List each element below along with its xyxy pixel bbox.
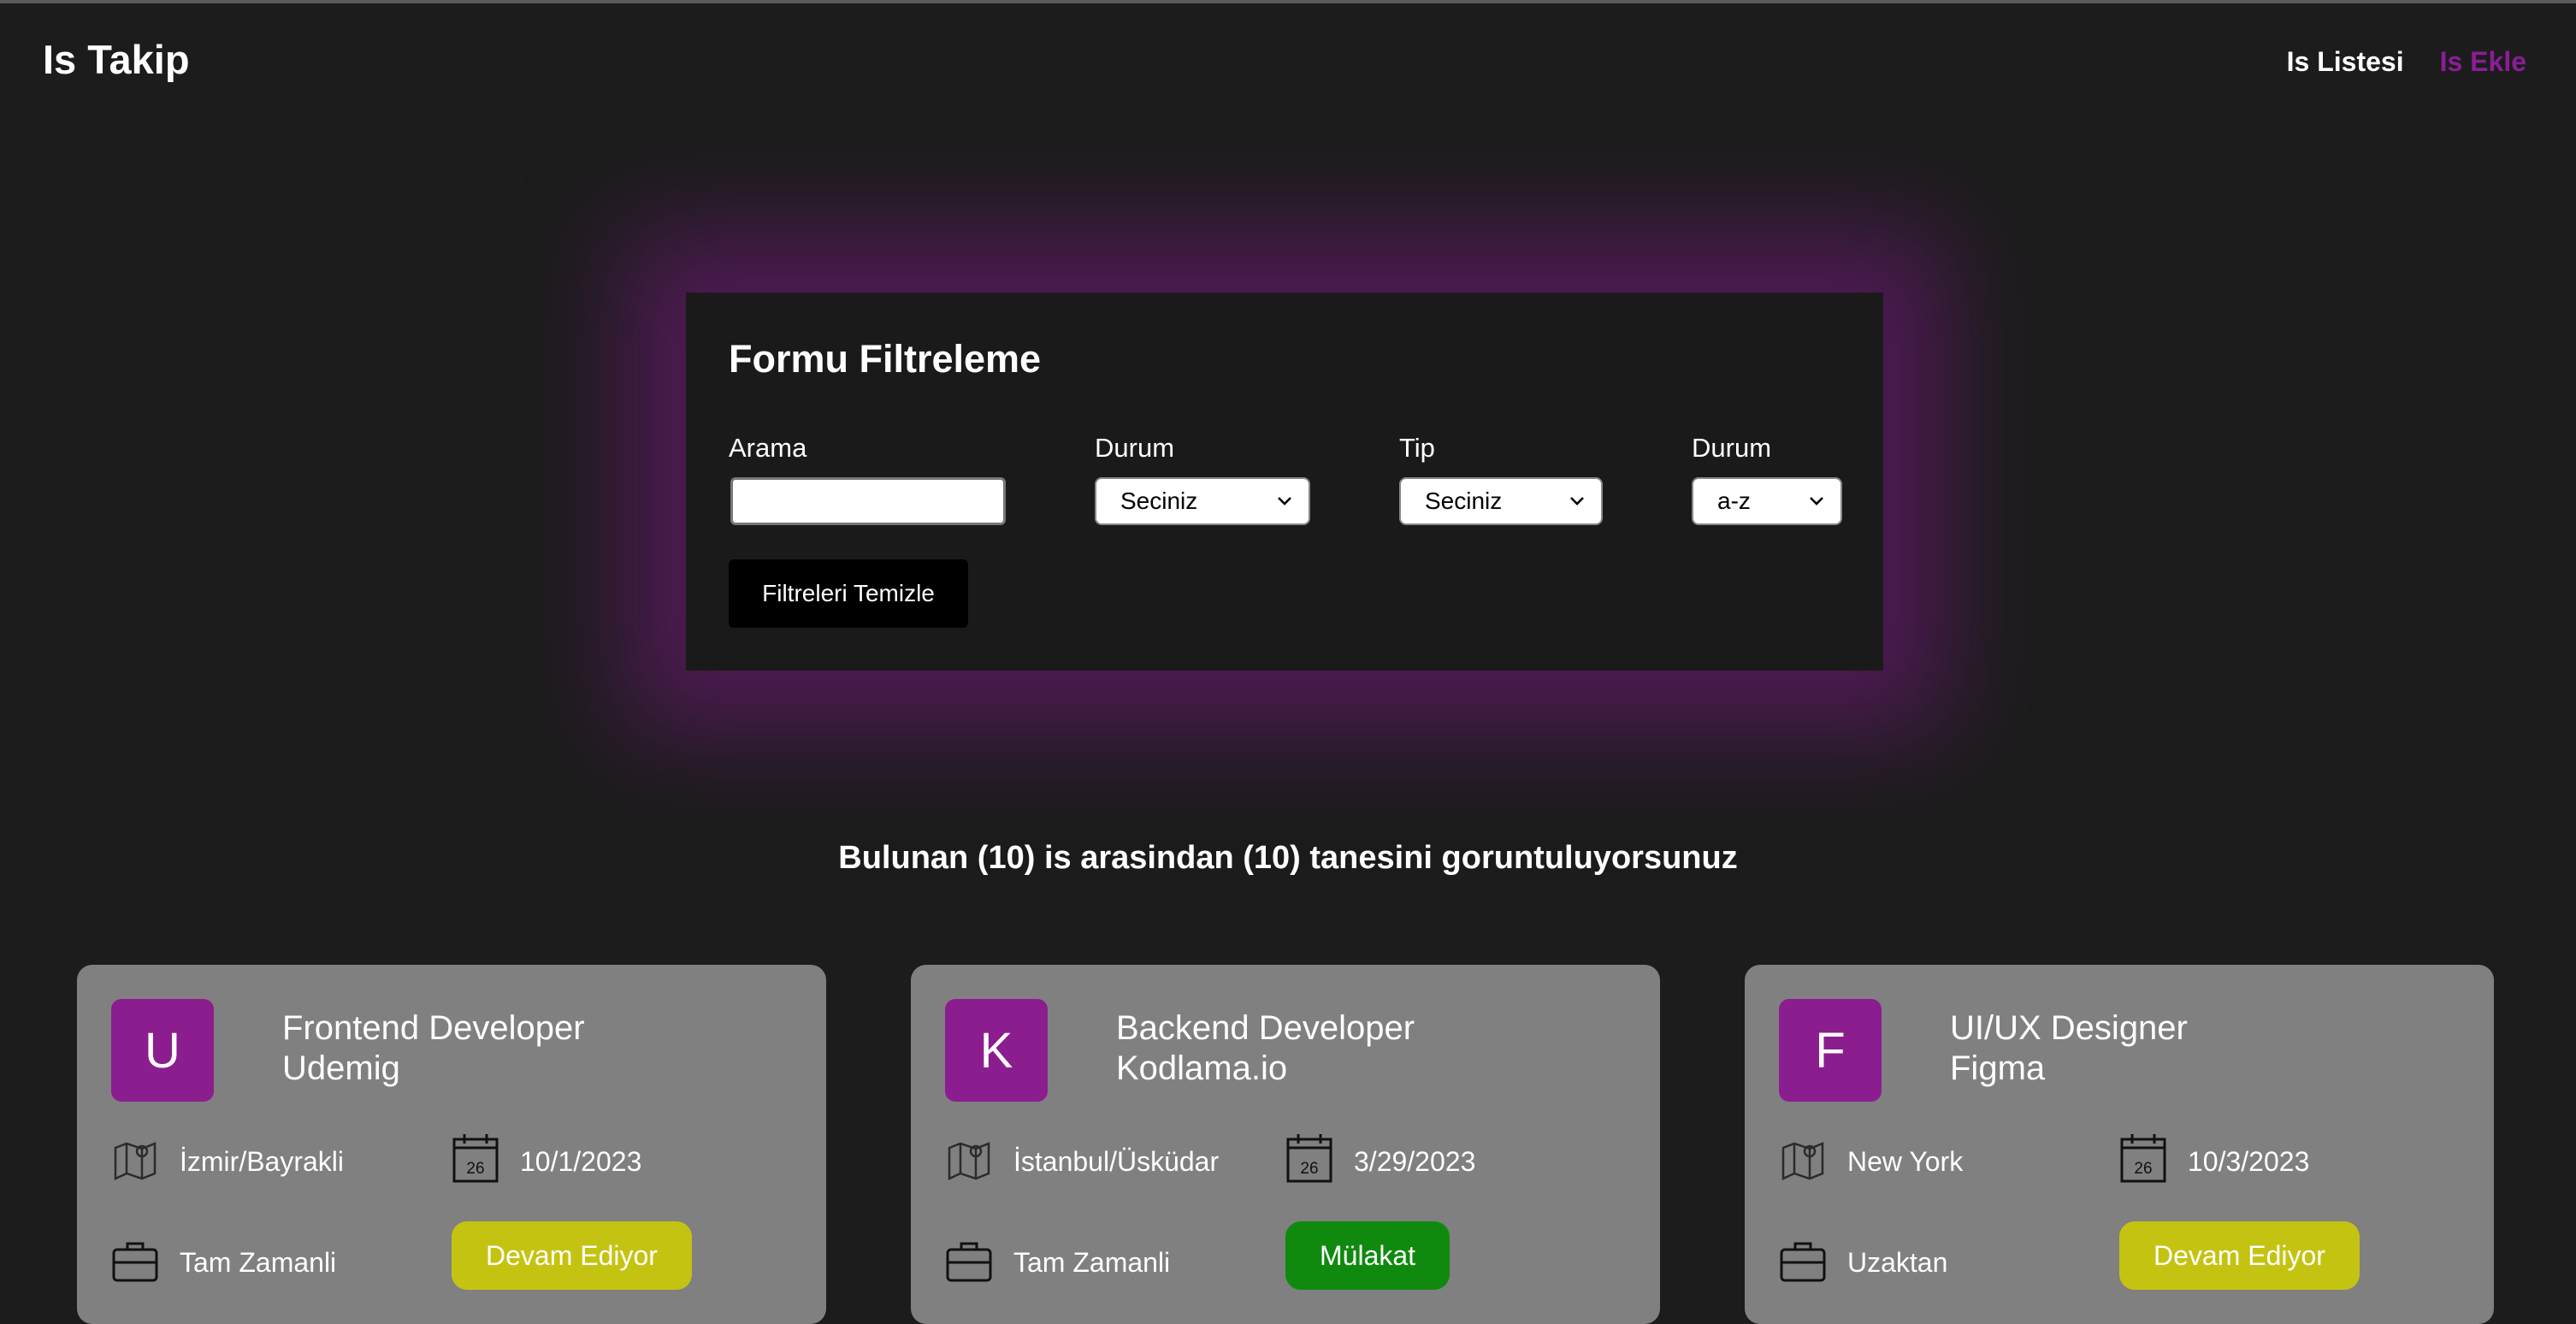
job-type: Tam Zamanli bbox=[180, 1247, 337, 1278]
job-location: İstanbul/Üsküdar bbox=[1013, 1146, 1220, 1177]
status-badge[interactable]: Mülakat bbox=[1285, 1221, 1450, 1290]
search-input[interactable] bbox=[730, 477, 1006, 525]
briefcase-icon bbox=[1780, 1242, 1826, 1282]
nav-link-is-ekle[interactable]: Is Ekle bbox=[2440, 46, 2526, 78]
job-type: Uzaktan bbox=[1847, 1247, 1948, 1278]
map-icon bbox=[114, 1142, 157, 1180]
job-card[interactable]: F UI/UX Designer Figma New York 26 10/3/… bbox=[1745, 965, 2494, 1324]
job-card[interactable]: K Backend Developer Kodlama.io İstanbul/… bbox=[911, 965, 1660, 1324]
job-date: 10/1/2023 bbox=[520, 1146, 642, 1177]
results-summary: Bulunan (10) is arasindan (10) tanesini … bbox=[838, 840, 1738, 876]
clear-filters-button[interactable]: Filtreleri Temizle bbox=[729, 559, 968, 628]
calendar-day: 26 bbox=[1300, 1160, 1318, 1178]
calendar-day: 26 bbox=[466, 1160, 484, 1178]
status-select[interactable]: Seciniz bbox=[1095, 477, 1310, 525]
calendar-icon: 26 bbox=[2120, 1134, 2166, 1183]
type-select[interactable]: Seciniz bbox=[1399, 477, 1603, 525]
chevron-down-icon bbox=[1278, 497, 1291, 505]
job-type: Tam Zamanli bbox=[1013, 1247, 1171, 1278]
nav-link-is-listesi[interactable]: Is Listesi bbox=[2287, 46, 2404, 78]
sort-label: Durum bbox=[1692, 433, 1772, 463]
calendar-day: 26 bbox=[2134, 1160, 2152, 1178]
sort-select-value: a-z bbox=[1717, 488, 1751, 514]
status-badge[interactable]: Devam Ediyor bbox=[452, 1221, 692, 1290]
job-position: UI/UX Designer bbox=[1950, 1009, 2188, 1047]
search-label: Arama bbox=[729, 433, 807, 463]
map-icon bbox=[1781, 1142, 1824, 1180]
job-date: 3/29/2023 bbox=[1354, 1146, 1476, 1177]
nav-links: Is Listesi Is Ekle bbox=[2287, 46, 2526, 78]
briefcase-icon bbox=[112, 1242, 158, 1282]
briefcase-icon bbox=[946, 1242, 992, 1282]
job-card[interactable]: U Frontend Developer Udemig İzmir/Bayrak… bbox=[77, 965, 826, 1324]
status-select-value: Seciniz bbox=[1120, 488, 1198, 514]
sort-select[interactable]: a-z bbox=[1692, 477, 1842, 525]
calendar-icon: 26 bbox=[452, 1134, 499, 1183]
company-avatar: F bbox=[1779, 999, 1882, 1102]
job-position: Frontend Developer bbox=[282, 1009, 585, 1047]
chevron-down-icon bbox=[1810, 497, 1823, 505]
chevron-down-icon bbox=[1570, 497, 1584, 505]
navbar: Is Takip Is Listesi Is Ekle bbox=[0, 3, 2576, 123]
type-label: Tip bbox=[1399, 433, 1435, 463]
job-location: New York bbox=[1847, 1146, 1964, 1177]
job-company: Kodlama.io bbox=[1116, 1049, 1288, 1087]
type-select-value: Seciniz bbox=[1425, 488, 1503, 514]
calendar-icon: 26 bbox=[1286, 1134, 1332, 1183]
company-avatar: K bbox=[945, 999, 1048, 1102]
job-company: Figma bbox=[1950, 1049, 2046, 1087]
status-label: Durum bbox=[1095, 433, 1175, 463]
job-date: 10/3/2023 bbox=[2188, 1146, 2310, 1177]
job-position: Backend Developer bbox=[1116, 1009, 1415, 1047]
filter-form: Formu Filtreleme Arama Durum Seciniz Tip… bbox=[686, 293, 1883, 671]
job-location: İzmir/Bayrakli bbox=[180, 1146, 345, 1177]
map-icon bbox=[948, 1142, 990, 1180]
company-avatar: U bbox=[111, 999, 214, 1102]
filter-title: Formu Filtreleme bbox=[729, 337, 1042, 381]
brand-title: Is Takip bbox=[43, 37, 190, 82]
job-company: Udemig bbox=[282, 1049, 400, 1087]
status-badge[interactable]: Devam Ediyor bbox=[2119, 1221, 2360, 1290]
